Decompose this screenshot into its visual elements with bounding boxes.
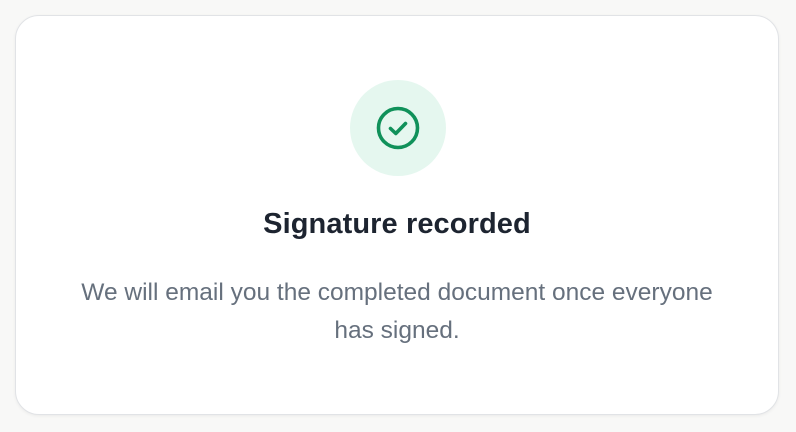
success-icon-badge — [350, 80, 446, 176]
confirmation-card: Signature recorded We will email you the… — [15, 15, 779, 415]
confirmation-title: Signature recorded — [263, 208, 531, 240]
confirmation-message: We will email you the completed document… — [81, 279, 713, 344]
check-circle-icon — [376, 106, 420, 150]
